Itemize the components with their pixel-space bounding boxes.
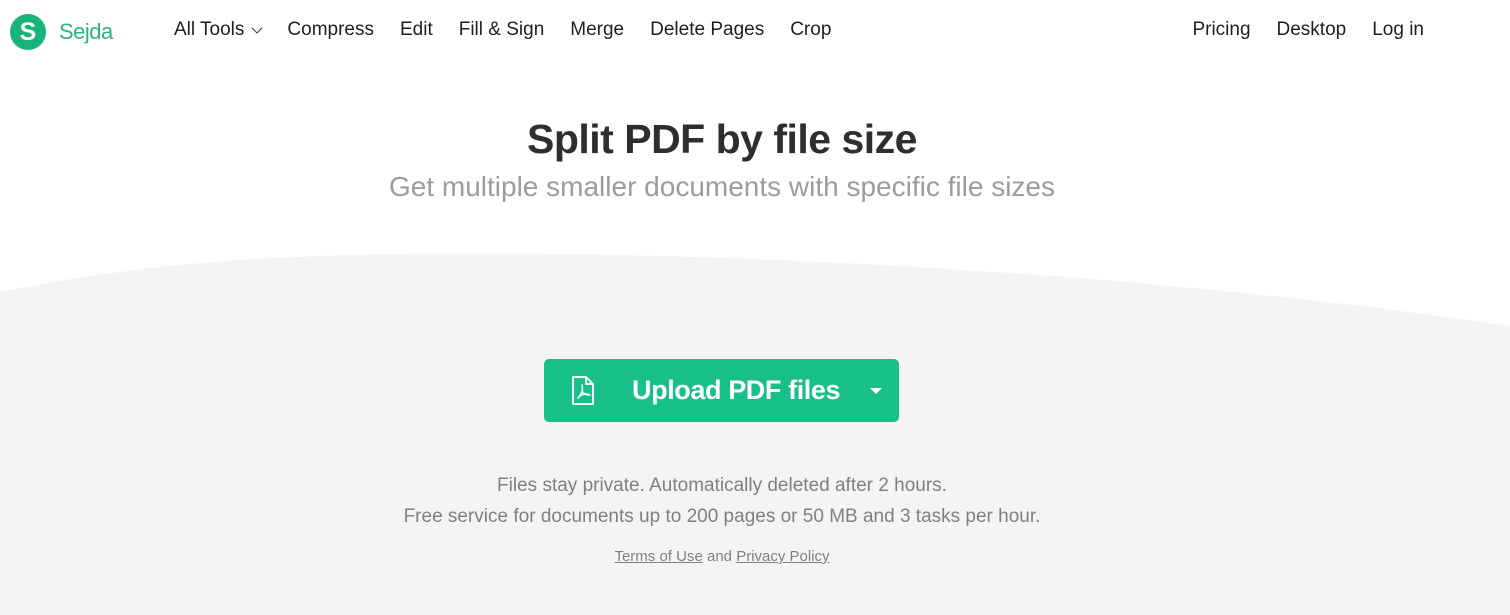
legal-and-text: and <box>702 548 737 565</box>
main-nav: All Tools Compress Edit Fill & Sign Merg… <box>174 19 857 41</box>
top-navbar: S Sejda All Tools Compress Edit Fill & S… <box>0 0 1510 64</box>
caret-down-icon <box>870 387 882 394</box>
page-subtitle: Get multiple smaller documents with spec… <box>388 171 1055 202</box>
limits-note: Free service for documents up to 200 pag… <box>403 506 1041 527</box>
logo-text: Sejda <box>59 19 113 44</box>
upload-pdf-button[interactable]: Upload PDF files <box>544 359 899 422</box>
nav-pricing[interactable]: Pricing <box>1192 19 1250 41</box>
account-nav: Pricing Desktop Log in <box>1166 19 1424 41</box>
logo-icon: S <box>10 14 46 50</box>
upload-options-dropdown[interactable] <box>853 359 899 422</box>
privacy-policy-link[interactable]: Privacy Policy <box>736 548 829 565</box>
nav-desktop[interactable]: Desktop <box>1277 19 1347 41</box>
page-title: Split PDF by file size <box>527 116 917 162</box>
sejda-logo[interactable]: S Sejda <box>10 14 113 50</box>
nav-edit[interactable]: Edit <box>400 19 433 41</box>
chevron-down-icon <box>251 21 264 34</box>
legal-links: Terms of Use and Privacy Policy <box>0 548 1444 565</box>
nav-delete-pages[interactable]: Delete Pages <box>650 19 764 41</box>
nav-fill-sign[interactable]: Fill & Sign <box>459 19 545 41</box>
nav-crop[interactable]: Crop <box>790 19 831 41</box>
privacy-note: Files stay private. Automatically delete… <box>497 475 947 496</box>
nav-log-in[interactable]: Log in <box>1372 19 1424 41</box>
nav-all-tools-label: All Tools <box>174 19 245 40</box>
upload-button-label: Upload PDF files <box>632 375 841 405</box>
terms-of-use-link[interactable]: Terms of Use <box>614 548 702 565</box>
nav-compress[interactable]: Compress <box>287 19 374 41</box>
nav-merge[interactable]: Merge <box>570 19 624 41</box>
pdf-file-icon <box>572 376 594 405</box>
nav-all-tools[interactable]: All Tools <box>174 19 264 41</box>
